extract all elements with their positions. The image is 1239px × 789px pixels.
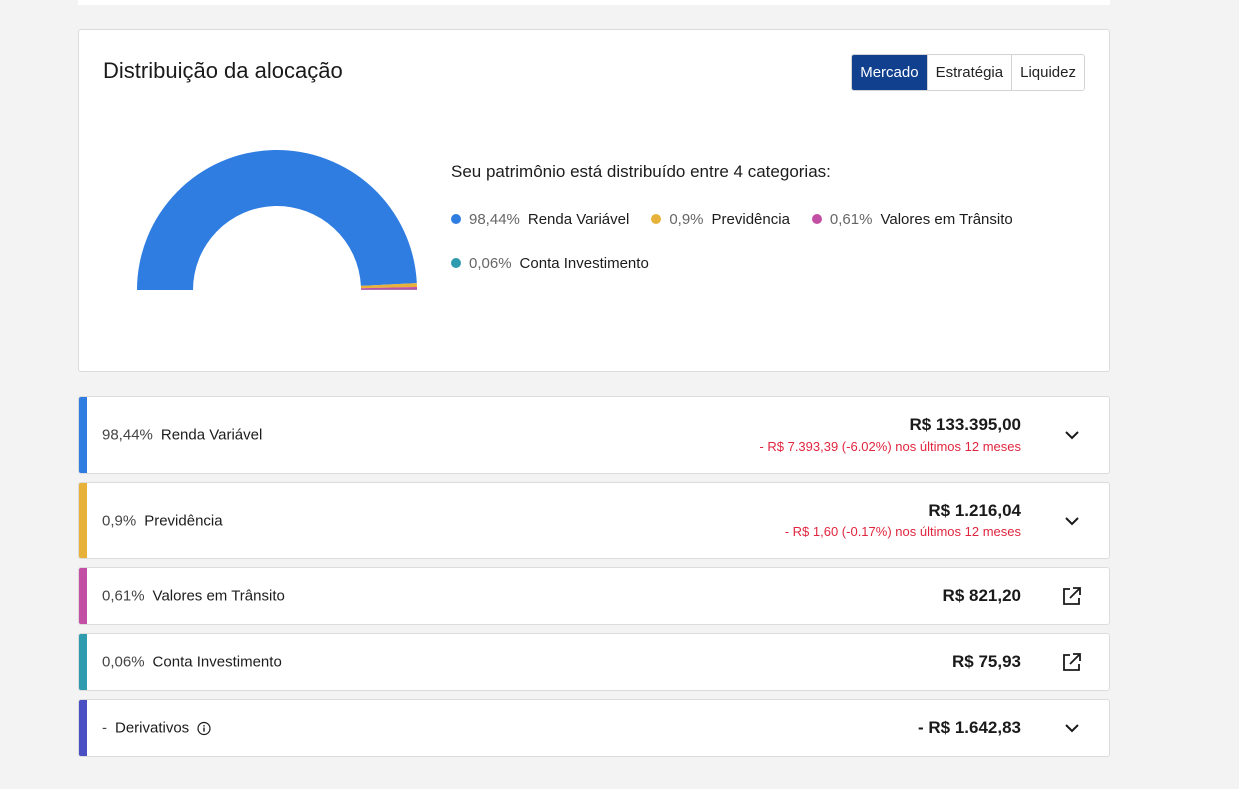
legend-dot [651,214,662,224]
external-link-icon [1063,587,1081,605]
legend-item-conta-investimento: 0,06% Conta Investimento [451,254,649,272]
info-icon[interactable] [197,721,211,735]
row-label: 98,44% Renda Variável [102,427,262,444]
donut-slice-renda-variável [137,150,417,290]
row-color-bar [79,397,87,473]
open-external-button[interactable] [1059,583,1085,609]
allocation-row-valores-em-transito[interactable]: 0,61% Valores em Trânsito R$ 821,20 [78,567,1110,625]
legend-dot [811,214,822,224]
row-variation: - R$ 7.393,39 (-6.02%) nos últimos 12 me… [759,439,1021,454]
chevron-down-icon [1065,516,1079,525]
legend-item-valores-em-transito: 0,61% Valores em Trânsito [811,210,1013,228]
row-name: Derivativos [115,719,190,737]
row-color-bar [79,634,87,690]
row-name: Valores em Trânsito [152,587,285,605]
tab-mercado[interactable]: Mercado [852,55,927,90]
row-amount: R$ 1.216,04 [928,501,1021,520]
open-external-button[interactable] [1059,649,1085,675]
row-name: Renda Variável [160,426,263,444]
legend-name: Valores em Trânsito [880,210,1013,228]
expand-button[interactable] [1059,715,1085,741]
row-amount: - R$ 1.642,83 [917,718,1021,737]
chevron-down-icon [1065,431,1079,440]
external-link-icon [1063,653,1081,671]
legend-pct: 0,61% [829,210,873,228]
tab-liquidez[interactable]: Liquidez [1011,55,1084,90]
row-variation: - R$ 1,60 (-0.17%) nos últimos 12 meses [784,524,1021,539]
view-tabs: Mercado Estratégia Liquidez [851,54,1085,91]
allocation-donut-chart [137,150,417,290]
row-amount: R$ 75,93 [952,652,1021,671]
row-label: 0,9% Previdência [102,512,223,529]
top-card-edge [78,0,1110,5]
row-pct: 0,9% [102,512,137,529]
legend-dot [451,214,461,224]
legend-item-renda-variavel: 98,44% Renda Variável [451,210,629,228]
legend-name: Previdência [711,210,790,228]
row-label: 0,06% Conta Investimento [102,654,282,671]
row-color-bar [79,483,87,558]
row-label: 0,61% Valores em Trânsito [102,588,285,605]
row-color-bar [79,700,87,756]
allocation-row-conta-investimento[interactable]: 0,06% Conta Investimento R$ 75,93 [78,633,1110,691]
legend-dot [451,258,461,268]
row-name: Conta Investimento [152,653,282,671]
legend-pct: 0,9% [669,210,704,228]
legend-pct: 98,44% [469,210,520,228]
card-title: Distribuição da alocação [103,58,343,83]
distribution-text: Seu patrimônio está distribuído entre 4 … [451,162,831,181]
allocation-row-derivativos[interactable]: - Derivativos - R$ 1.642,83 [78,699,1110,757]
row-pct: - [102,719,107,737]
row-amount: R$ 821,20 [942,586,1021,605]
allocation-row-renda-variavel[interactable]: 98,44% Renda Variável R$ 133.395,00 - R$… [78,396,1110,474]
legend-name: Conta Investimento [519,254,649,272]
chart-legend: 98,44% Renda Variável 0,9% Previdência 0… [451,210,1071,272]
row-label: - Derivativos [102,720,211,737]
legend-name: Renda Variável [527,210,630,228]
allocation-row-previdencia[interactable]: 0,9% Previdência R$ 1.216,04 - R$ 1,60 (… [78,482,1110,559]
row-amount: R$ 133.395,00 [909,415,1021,434]
chevron-down-icon [1065,724,1079,733]
row-pct: 98,44% [102,426,153,444]
allocation-card: Distribuição da alocação Mercado Estraté… [78,29,1110,372]
row-color-bar [79,568,87,624]
legend-item-previdencia: 0,9% Previdência [651,210,790,228]
expand-button[interactable] [1059,508,1085,534]
row-pct: 0,61% [102,587,145,605]
expand-button[interactable] [1059,422,1085,448]
tab-estrategia[interactable]: Estratégia [926,55,1012,90]
row-name: Previdência [144,512,223,529]
row-pct: 0,06% [102,653,145,671]
legend-pct: 0,06% [469,254,512,272]
